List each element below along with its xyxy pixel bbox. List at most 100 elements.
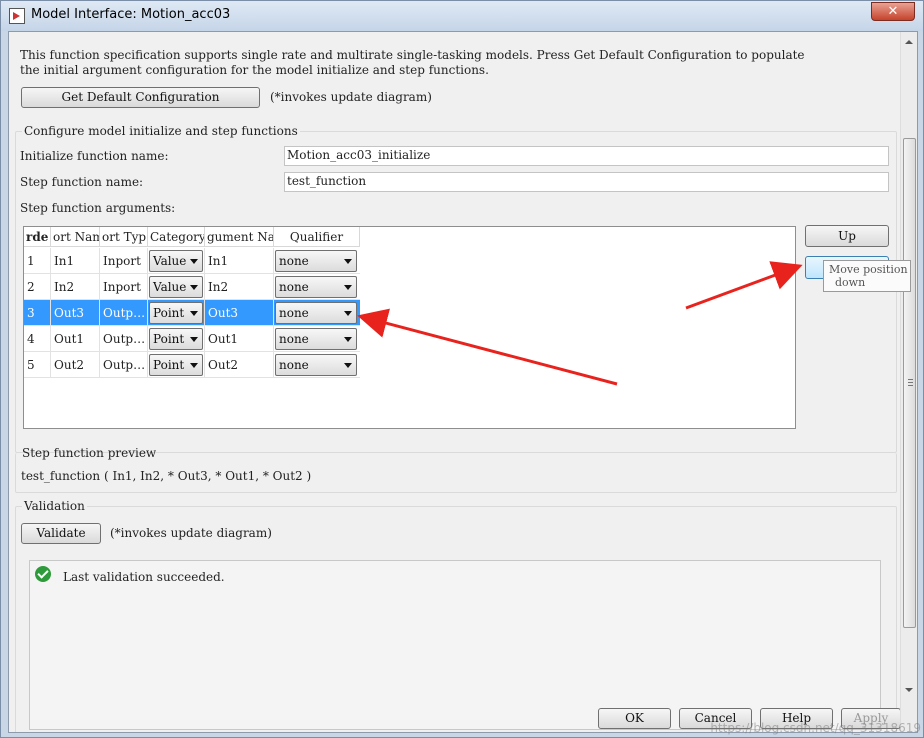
cell-qualifier: none xyxy=(274,248,360,274)
chevron-down-icon xyxy=(190,311,198,316)
tooltip-line-2: down xyxy=(835,276,866,289)
column-header-port-type[interactable]: ort Typ xyxy=(100,227,148,247)
close-button[interactable]: ✕ xyxy=(871,2,915,21)
validate-button[interactable]: Validate xyxy=(21,523,101,544)
cell-port-type: Inport xyxy=(100,274,148,300)
column-header-qualifier[interactable]: Qualifier xyxy=(274,227,360,247)
chevron-down-icon xyxy=(344,259,352,264)
title-bar[interactable]: Model Interface: Motion_acc03 ✕ xyxy=(1,1,923,31)
cell-category: Point xyxy=(148,352,205,378)
category-dropdown[interactable]: Point xyxy=(149,302,203,324)
qualifier-value: none xyxy=(279,358,309,372)
chevron-down-icon xyxy=(190,285,198,290)
chevron-down-icon xyxy=(344,311,352,316)
chevron-down-icon xyxy=(190,363,198,368)
cell-qualifier: none xyxy=(274,326,360,352)
column-header-category[interactable]: Category xyxy=(148,227,205,247)
validation-group-title: Validation xyxy=(22,499,87,513)
cell-order: 2 xyxy=(24,274,51,300)
intro-line-1: This function specification supports sin… xyxy=(20,48,805,62)
tooltip-line-1: Move position xyxy=(829,263,908,276)
category-value: Point xyxy=(153,358,185,372)
check-circle-icon xyxy=(35,566,51,582)
cell-category: Point xyxy=(148,326,205,352)
simulink-model-icon xyxy=(9,8,25,24)
cell-port-type: Outp… xyxy=(100,352,148,378)
cell-qualifier: none xyxy=(274,352,360,378)
move-down-tooltip: Move position down xyxy=(823,260,911,292)
validate-invokes-note: (*invokes update diagram) xyxy=(110,526,272,540)
qualifier-dropdown[interactable]: none xyxy=(275,276,357,298)
scroll-down-icon[interactable] xyxy=(905,688,913,692)
category-value: Value xyxy=(153,254,187,268)
chevron-down-icon xyxy=(190,337,198,342)
step-function-arguments-label: Step function arguments: xyxy=(20,201,176,215)
chevron-down-icon xyxy=(344,285,352,290)
cell-order: 4 xyxy=(24,326,51,352)
qualifier-value: none xyxy=(279,280,309,294)
cell-order: 1 xyxy=(24,248,51,274)
category-dropdown[interactable]: Value xyxy=(149,250,203,272)
table-row[interactable]: 2 In2 Inport Value In2 none xyxy=(24,274,360,300)
initialize-function-name-input[interactable]: Motion_acc03_initialize xyxy=(284,146,889,166)
qualifier-value: none xyxy=(279,332,309,346)
cell-qualifier: none xyxy=(274,300,360,326)
cell-order: 5 xyxy=(24,352,51,378)
scrollbar-thumb[interactable] xyxy=(903,138,916,628)
watermark: https://blog.csdn.net/qq_31318619 xyxy=(710,721,921,735)
cell-port-name: In2 xyxy=(51,274,100,300)
column-header-port-name[interactable]: ort Nam xyxy=(51,227,100,247)
table-header: rde ort Nam ort Typ Category gument Nar … xyxy=(24,227,360,247)
step-function-preview-text: test_function ( In1, In2, * Out3, * Out1… xyxy=(21,469,312,483)
step-function-name-input[interactable]: test_function xyxy=(284,172,889,192)
cell-argument-name: Out2 xyxy=(205,352,274,378)
qualifier-dropdown[interactable]: none xyxy=(275,302,357,324)
ok-button[interactable]: OK xyxy=(598,708,671,729)
chevron-down-icon xyxy=(344,337,352,342)
category-value: Value xyxy=(153,280,187,294)
cell-qualifier: none xyxy=(274,274,360,300)
column-header-argument-name[interactable]: gument Nar xyxy=(205,227,274,247)
validation-status-box: Last validation succeeded. xyxy=(29,560,881,730)
configure-group-title: Configure model initialize and step func… xyxy=(22,124,300,138)
category-dropdown[interactable]: Value xyxy=(149,276,203,298)
initialize-function-label: Initialize function name: xyxy=(20,149,169,163)
cell-order: 3 xyxy=(24,300,51,326)
window-title: Model Interface: Motion_acc03 xyxy=(31,7,231,22)
cell-argument-name: Out3 xyxy=(205,300,274,326)
category-dropdown[interactable]: Point xyxy=(149,354,203,376)
cell-category: Value xyxy=(148,274,205,300)
table-row[interactable]: 5 Out2 Outp… Point Out2 none xyxy=(24,352,360,378)
scroll-up-icon[interactable] xyxy=(905,40,913,44)
get-default-invokes-note: (*invokes update diagram) xyxy=(270,90,432,104)
preview-group-title: Step function preview xyxy=(22,446,157,460)
dialog-window: Model Interface: Motion_acc03 ✕ This fun… xyxy=(0,0,924,738)
qualifier-dropdown[interactable]: none xyxy=(275,328,357,350)
table-row[interactable]: 1 In1 Inport Value In1 none xyxy=(24,248,360,274)
vertical-scrollbar[interactable] xyxy=(900,32,917,732)
qualifier-dropdown[interactable]: none xyxy=(275,354,357,376)
cell-argument-name: In2 xyxy=(205,274,274,300)
intro-line-2: the initial argument configuration for t… xyxy=(20,63,489,77)
validation-status-text: Last validation succeeded. xyxy=(63,570,225,584)
qualifier-dropdown[interactable]: none xyxy=(275,250,357,272)
category-dropdown[interactable]: Point xyxy=(149,328,203,350)
qualifier-value: none xyxy=(279,254,309,268)
cell-port-type: Outp… xyxy=(100,300,148,326)
category-value: Point xyxy=(153,332,185,346)
table-row-selected[interactable]: 3 Out3 Outp… Point Out3 none xyxy=(24,300,360,326)
get-default-configuration-button[interactable]: Get Default Configuration xyxy=(21,87,260,108)
cell-category: Value xyxy=(148,248,205,274)
table-row[interactable]: 4 Out1 Outp… Point Out1 none xyxy=(24,326,360,352)
move-up-button[interactable]: Up xyxy=(805,225,889,247)
cell-argument-name: In1 xyxy=(205,248,274,274)
column-header-order[interactable]: rde xyxy=(24,227,51,247)
chevron-down-icon xyxy=(344,363,352,368)
category-value: Point xyxy=(153,306,185,320)
qualifier-value: none xyxy=(279,306,309,320)
cell-port-name: In1 xyxy=(51,248,100,274)
grip-icon xyxy=(908,379,913,386)
dialog-body: This function specification supports sin… xyxy=(8,31,918,733)
step-arguments-table[interactable]: rde ort Nam ort Typ Category gument Nar … xyxy=(23,226,796,429)
cell-argument-name: Out1 xyxy=(205,326,274,352)
